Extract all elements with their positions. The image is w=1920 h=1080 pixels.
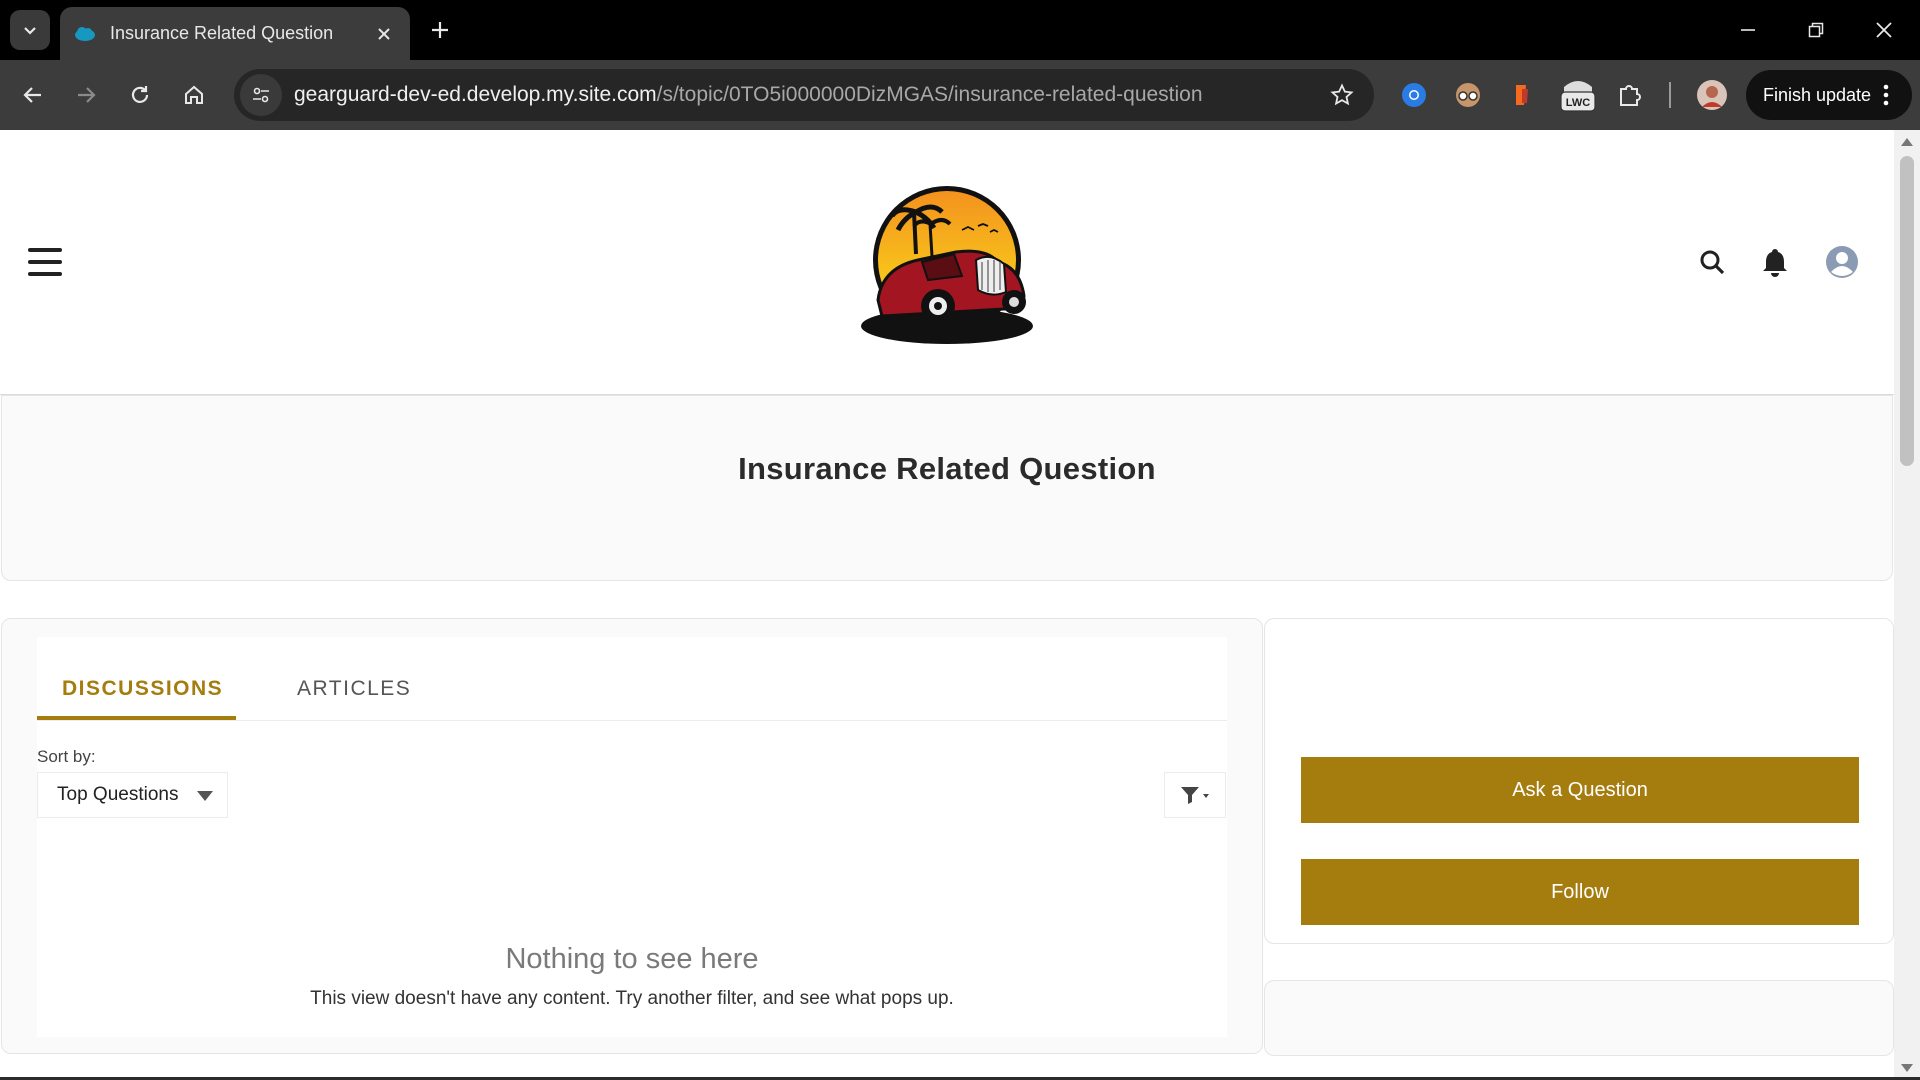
tab-title: Insurance Related Question [110, 23, 334, 43]
orange-tag-icon [1516, 85, 1528, 105]
lwc-icon: LWC [1560, 81, 1596, 112]
topic-feed-card: DISCUSSIONS ARTICLES Sort by: Top Questi… [1, 618, 1263, 1054]
puzzle-piece-icon [1620, 85, 1641, 106]
spy-glasses-icon [1456, 83, 1480, 107]
tune-icon [253, 87, 269, 103]
forward-button[interactable] [66, 75, 106, 115]
more-vertical-icon [1883, 84, 1889, 106]
search-icon[interactable] [1694, 244, 1730, 280]
sort-label: Sort by: [37, 747, 96, 766]
address-bar[interactable]: gearguard-dev-ed.develop.my.site.com/s/t… [234, 69, 1374, 121]
browser-toolbar: gearguard-dev-ed.develop.my.site.com/s/t… [0, 60, 1920, 130]
home-button[interactable] [174, 75, 214, 115]
browser-tab-strip: Insurance Related Question [0, 0, 1920, 60]
scroll-down-arrow[interactable] [1901, 1064, 1913, 1072]
active-tab-indicator [37, 716, 236, 720]
extension-spy[interactable] [1450, 77, 1486, 113]
url-host: gearguard-dev-ed.develop.my.site.com [294, 83, 657, 106]
salesforce-cloud-icon [75, 26, 95, 41]
car-sunset-logo[interactable] [858, 182, 1036, 348]
sidebar-card-secondary [1264, 980, 1894, 1056]
empty-state-title: Nothing to see here [505, 943, 759, 975]
caret-down-icon [197, 791, 213, 801]
empty-state-subtitle: This view doesn't have any content. Try … [310, 988, 954, 1009]
restore-icon [1808, 22, 1824, 38]
restore-button[interactable] [1788, 8, 1844, 52]
extension-chromium[interactable] [1396, 77, 1432, 113]
filter-button[interactable] [1164, 772, 1226, 818]
sort-value: Top Questions [57, 784, 179, 805]
star-icon [1330, 83, 1354, 106]
profile-avatar[interactable] [1694, 77, 1730, 113]
minimize-icon [1741, 29, 1755, 31]
hamburger-menu-icon[interactable] [28, 248, 62, 276]
feed-tabs: DISCUSSIONS ARTICLES [37, 637, 1227, 721]
reload-button[interactable] [120, 75, 160, 115]
back-button[interactable] [13, 75, 53, 115]
new-tab-button[interactable] [422, 12, 458, 48]
follow-button[interactable]: Follow [1301, 859, 1859, 925]
extension-tag[interactable] [1504, 77, 1540, 113]
url-path: /s/topic/0TO5i000000DizMGAS/insurance-re… [656, 83, 1203, 106]
minimize-button[interactable] [1720, 8, 1776, 52]
close-icon [1876, 22, 1892, 38]
close-tab-icon[interactable] [370, 20, 398, 48]
feed-container: DISCUSSIONS ARTICLES Sort by: Top Questi… [37, 637, 1227, 1037]
filter-icon [1181, 787, 1209, 804]
scroll-thumb[interactable] [1900, 156, 1914, 466]
chromium-blue-icon [1402, 83, 1426, 107]
chevron-down-icon [24, 27, 36, 35]
plus-icon [432, 22, 448, 38]
home-icon [185, 85, 203, 104]
tab-discussions[interactable]: DISCUSSIONS [62, 677, 223, 701]
bookmark-button[interactable] [1326, 79, 1358, 111]
site-info-button[interactable] [240, 74, 282, 116]
extension-lwc[interactable]: LWC [1556, 74, 1600, 114]
topic-actions-card: Ask a Question Follow [1264, 618, 1894, 944]
tab-search-button[interactable] [10, 10, 50, 50]
finish-update-label: Finish update [1763, 84, 1872, 105]
arrow-right-icon [78, 87, 96, 103]
user-avatar-icon[interactable] [1824, 244, 1860, 280]
page-title: Insurance Related Question [738, 451, 1156, 486]
arrow-left-icon [23, 87, 41, 103]
browser-tab-active[interactable]: Insurance Related Question [60, 7, 410, 60]
close-window-button[interactable] [1856, 8, 1912, 52]
ask-question-button[interactable]: Ask a Question [1301, 757, 1859, 823]
tab-articles[interactable]: ARTICLES [297, 677, 411, 701]
scroll-up-arrow[interactable] [1901, 138, 1913, 146]
toolbar-divider [1669, 82, 1671, 108]
bell-icon[interactable] [1757, 244, 1793, 280]
reload-icon [131, 86, 149, 103]
topic-hero: Insurance Related Question [1, 395, 1893, 581]
extensions-menu-button[interactable] [1612, 77, 1648, 113]
page-scrollbar[interactable] [1894, 130, 1920, 1080]
page-content: Insurance Related Question DISCUSSIONS A… [0, 130, 1894, 1078]
finish-update-button[interactable]: Finish update [1746, 70, 1912, 120]
lwc-label: LWC [1566, 97, 1590, 109]
url-text[interactable]: gearguard-dev-ed.develop.my.site.com/s/t… [294, 83, 1203, 107]
avatar-icon [1697, 80, 1727, 110]
sort-dropdown[interactable]: Top Questions [37, 772, 228, 818]
